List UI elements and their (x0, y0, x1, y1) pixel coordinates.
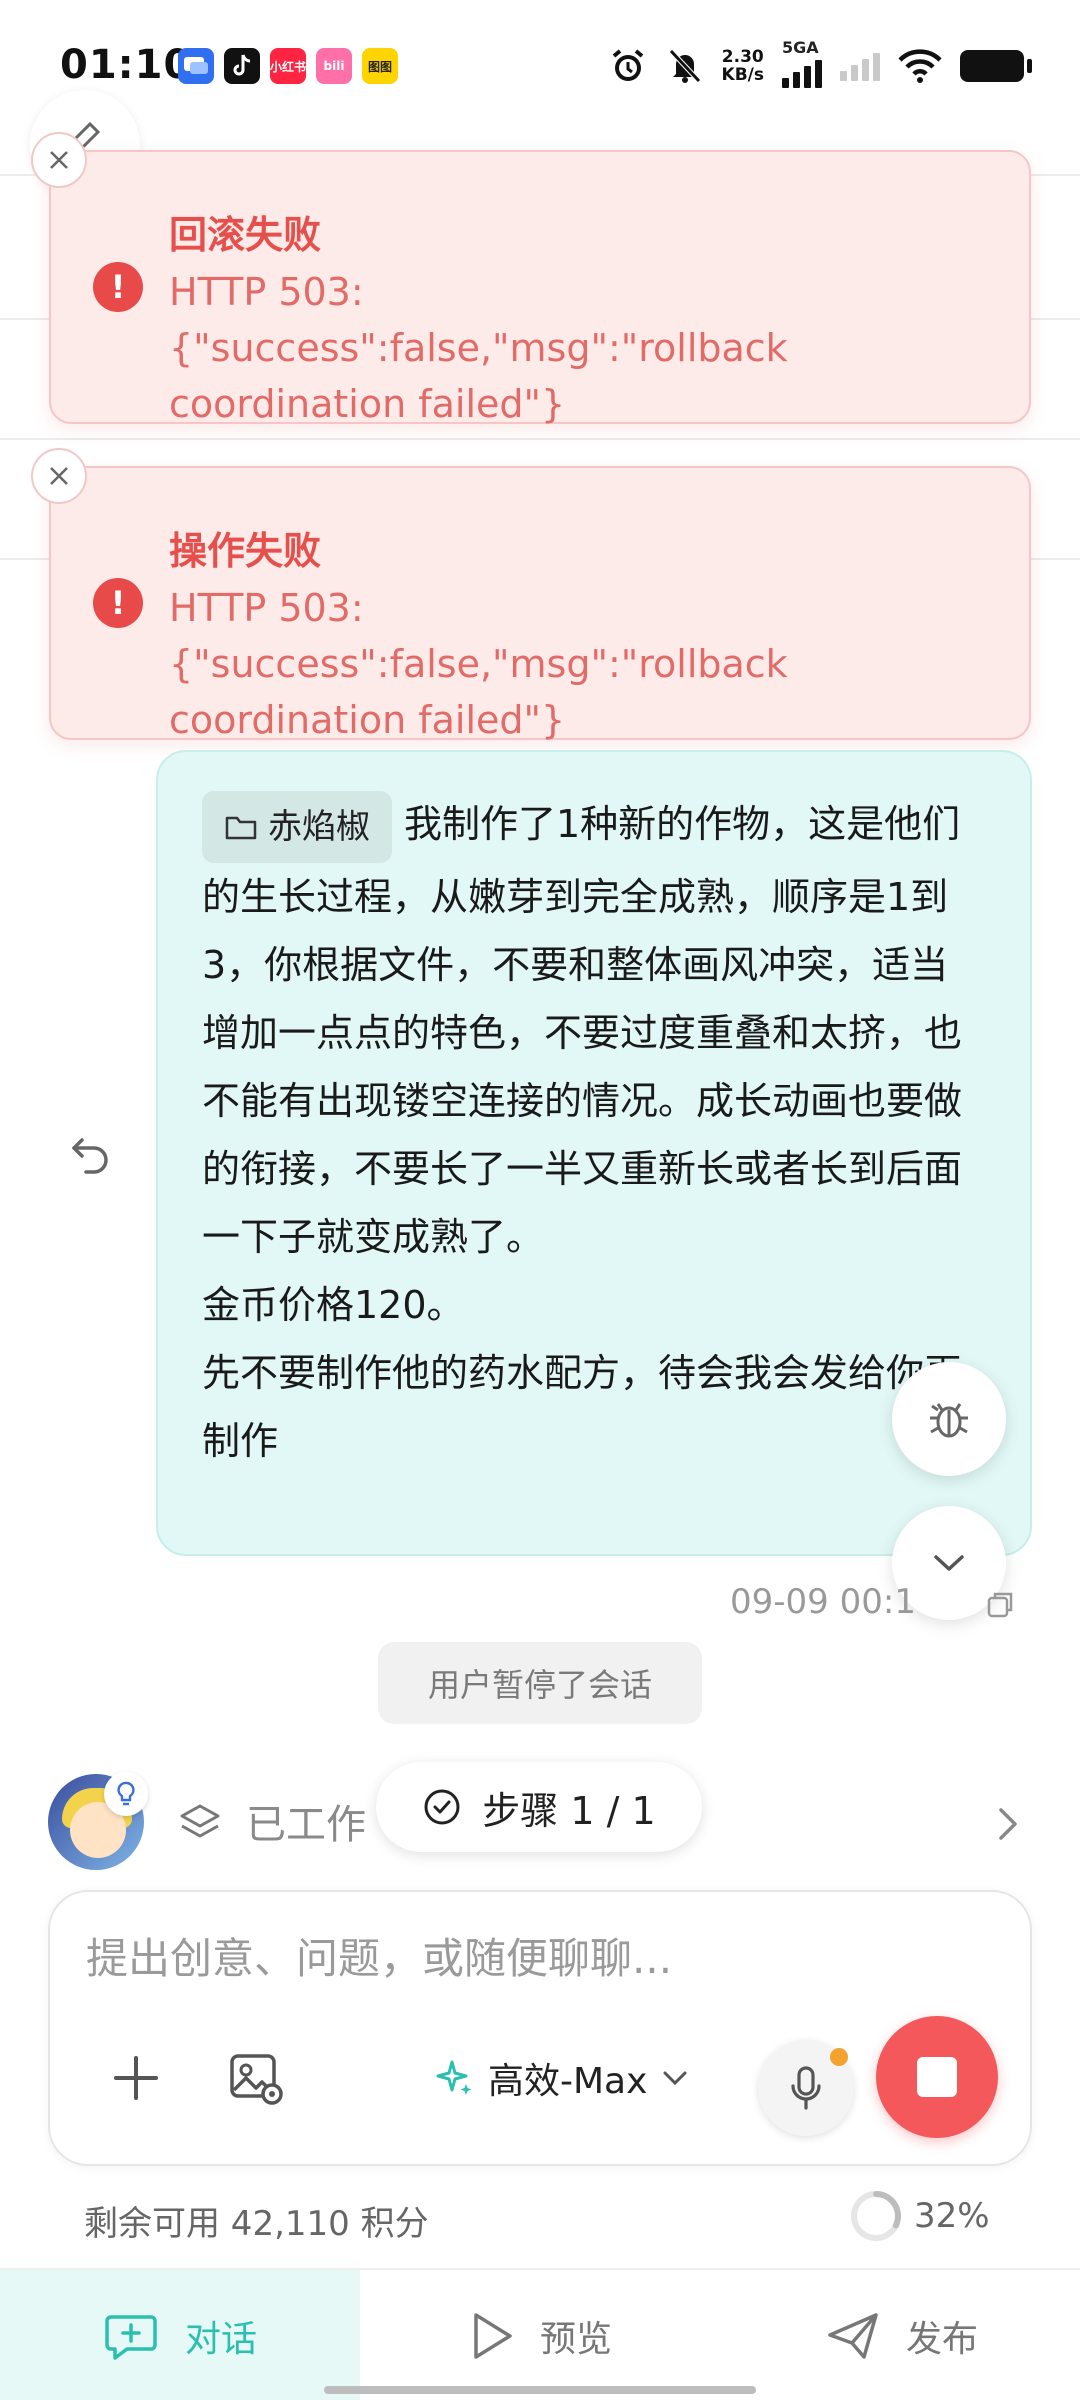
microphone-icon (791, 2066, 821, 2110)
bilibili-icon: bili (316, 48, 352, 84)
sparkle-icon (436, 2060, 472, 2095)
wifi-icon (898, 49, 942, 83)
copy-icon[interactable] (985, 1590, 1015, 1620)
signal-secondary-icon (840, 51, 880, 81)
network-speed: 2.30 KB/s (721, 47, 764, 85)
status-app-icons: 小红书 bili 图图 (178, 48, 398, 84)
folder-chip[interactable]: 赤焰椒 (202, 790, 392, 863)
notification-dot (830, 2048, 848, 2066)
model-selector[interactable]: 高效-Max (434, 2052, 689, 2104)
game-app-icon: 图图 (362, 48, 398, 84)
tiktok-icon (224, 48, 260, 84)
toast-message: HTTP 503: {"success":false,"msg":"rollba… (169, 586, 788, 742)
status-indicators: 2.30 KB/s 5GA (608, 38, 1032, 88)
error-icon: ! (93, 262, 143, 312)
bug-icon (930, 1403, 968, 1438)
close-icon (50, 467, 68, 485)
stop-button[interactable] (876, 2016, 998, 2138)
signal-5g: 5GA (782, 38, 822, 88)
step-indicator[interactable]: 步骤 1 / 1 (376, 1762, 702, 1852)
message-input[interactable] (86, 1928, 986, 1988)
close-icon (50, 151, 68, 169)
send-icon (828, 2313, 878, 2359)
toast-title: 操作失败 (169, 529, 322, 573)
close-toast-button[interactable] (31, 448, 87, 504)
tab-publish[interactable]: 发布 (826, 2270, 978, 2400)
chevron-down-icon (934, 1555, 964, 1571)
layers-icon (180, 1804, 220, 1838)
chevron-down-icon (663, 2071, 687, 2086)
toast-message: HTTP 503: {"success":false,"msg":"rollba… (169, 270, 788, 426)
alarm-icon (612, 49, 643, 81)
divider (0, 438, 1080, 440)
toast-title: 回滚失败 (169, 213, 322, 257)
step-label: 步骤 1 / 1 (482, 1788, 656, 1833)
voice-input-button[interactable] (758, 2040, 854, 2136)
undo-icon[interactable] (68, 1130, 116, 1178)
battery-icon (960, 50, 1032, 82)
message-app-icon (178, 48, 214, 84)
error-toast-rollback: ! 回滚失败 HTTP 503: {"success":false,"msg":… (31, 132, 1031, 426)
stop-icon (917, 2057, 957, 2097)
debug-button[interactable] (892, 1362, 1006, 1476)
lightbulb-icon (104, 1772, 148, 1816)
image-settings-button[interactable] (226, 2048, 286, 2108)
add-attachment-button[interactable] (108, 2050, 164, 2106)
status-bar: 01:10 小红书 bili 图图 2.30 KB/s 5GA (0, 0, 1080, 130)
tab-preview[interactable]: 预览 (470, 2270, 612, 2400)
play-icon (474, 2313, 512, 2359)
status-time: 01:10 (60, 42, 193, 88)
tab-chat[interactable]: 对话 (0, 2270, 360, 2400)
working-status: 已工作 (246, 1802, 366, 1848)
xiaohongshu-icon: 小红书 (270, 48, 306, 84)
check-circle-icon (424, 1789, 460, 1825)
message-timestamp: 09-09 00:1 (730, 1582, 916, 1622)
composer: 高效-Max (48, 1890, 1032, 2166)
error-toast-operation: ! 操作失败 HTTP 503: {"success":false,"msg":… (31, 448, 1031, 742)
mute-bell-icon (668, 49, 701, 83)
model-name: 高效-Max (488, 2061, 648, 2102)
usage-progress: 32% (848, 2188, 990, 2244)
progress-percent: 32% (914, 2196, 990, 2236)
error-icon: ! (93, 578, 143, 628)
credits-remaining: 剩余可用 42,110 积分 (84, 2204, 429, 2244)
close-toast-button[interactable] (31, 132, 87, 188)
folder-icon (225, 816, 257, 839)
home-indicator[interactable] (324, 2386, 756, 2394)
chevron-right-icon[interactable] (996, 1806, 1020, 1842)
bottom-navigation: 对话 预览 发布 (0, 2268, 1080, 2400)
message-text: 赤焰椒 我制作了1种新的作物，这是他们的生长过程，从嫩芽到完全成熟，顺序是1到3，… (202, 790, 986, 1475)
progress-ring (851, 2191, 901, 2241)
session-paused-notice: 用户暂停了会话 (378, 1642, 702, 1724)
chat-add-icon (105, 2315, 157, 2360)
